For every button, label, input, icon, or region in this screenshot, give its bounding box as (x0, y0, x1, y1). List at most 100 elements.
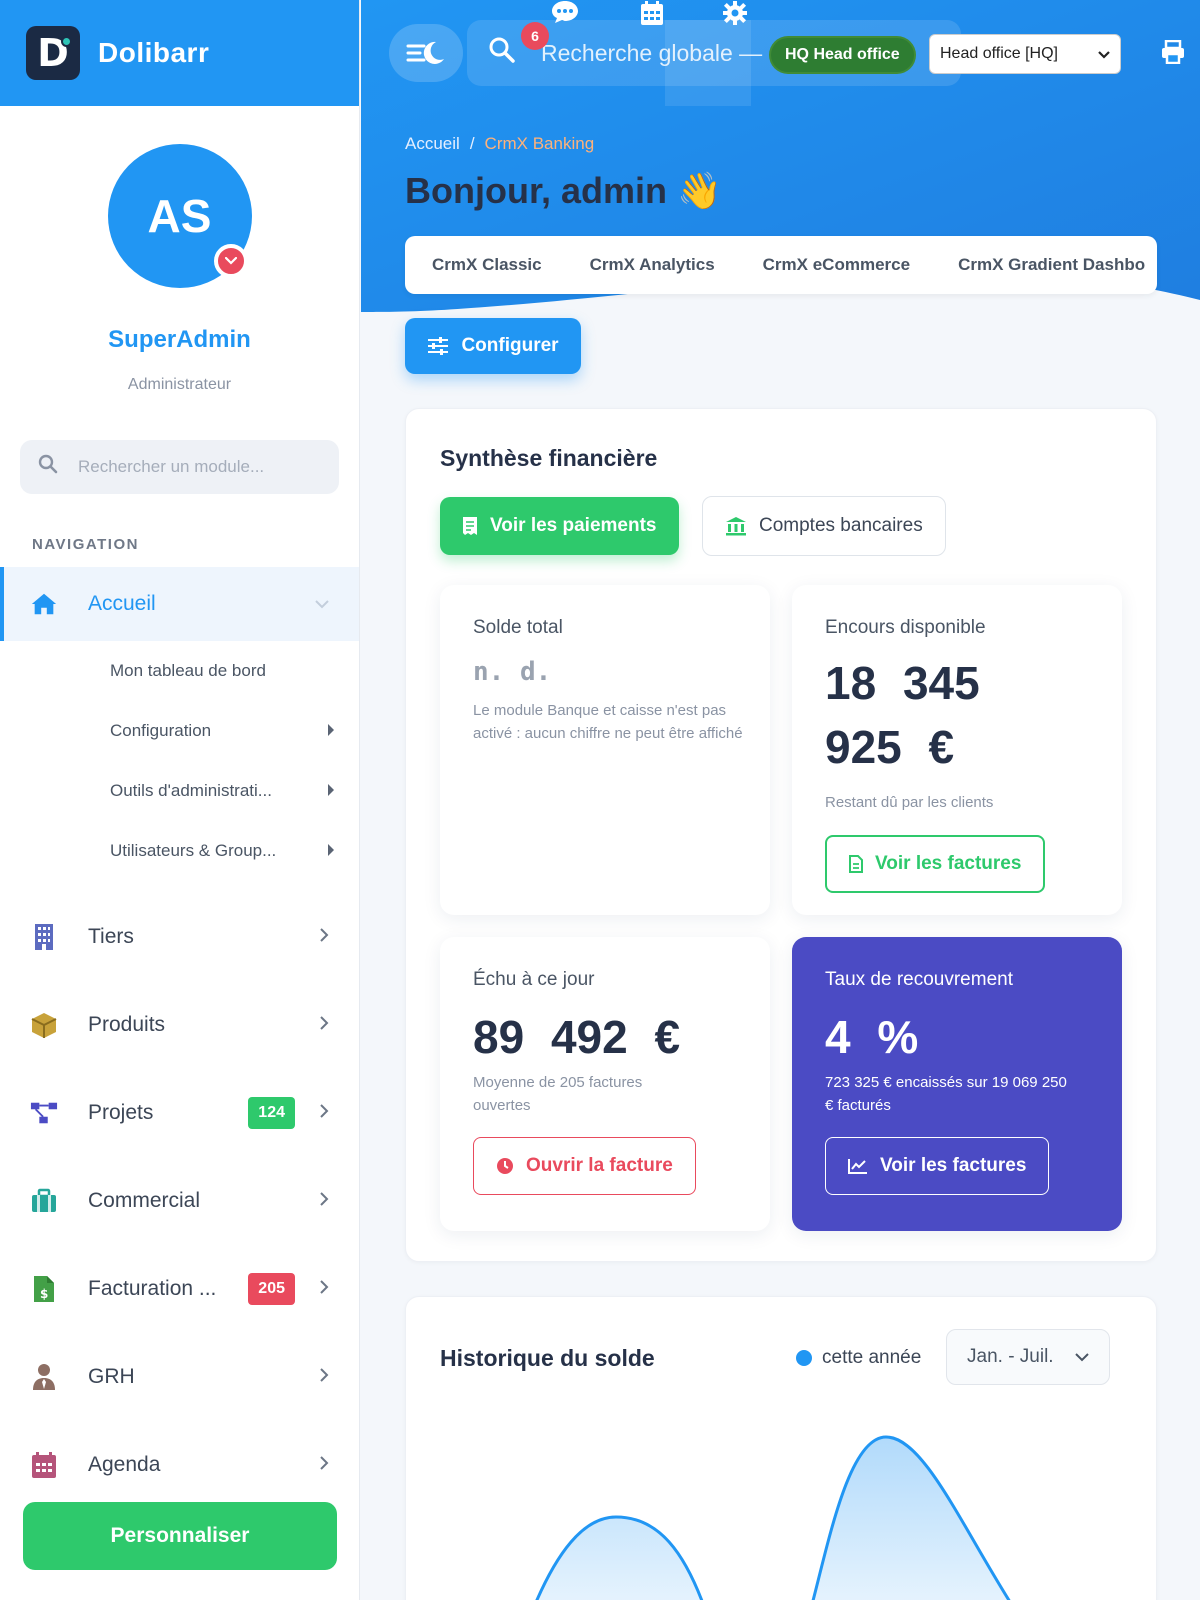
hq-entity-pill[interactable]: HQ Head office (769, 36, 916, 74)
user-profile: AS SuperAdmin Administrateur (0, 106, 359, 394)
chart-legend: cette année (796, 1347, 921, 1369)
chat-icon[interactable] (551, 0, 579, 30)
chevron-down-icon (1098, 46, 1110, 62)
breadcrumb-separator: / (469, 134, 475, 153)
sidebar-item-label: Facturation ... (88, 1277, 217, 1300)
legend-marker (796, 1350, 812, 1366)
briefcase-icon (30, 1187, 58, 1215)
topbar: Recherche globale — c 6 HQ Head office H… (361, 0, 1200, 110)
nav-section-title: NAVIGATION (32, 536, 139, 553)
caret-right-icon (327, 723, 335, 739)
tab-crmx-analytics[interactable]: CrmX Analytics (563, 255, 736, 275)
chart-line-icon (848, 1159, 867, 1174)
sidebar-subitem-admin-tools[interactable]: Outils d'administrati... (0, 761, 359, 821)
button-label: Voir les factures (875, 853, 1022, 874)
balance-note: Le module Banque et caisse n'est pas act… (473, 702, 743, 742)
sidebar-item-facturation[interactable]: $ Facturation ... 205 (0, 1245, 359, 1333)
sidebar-item-label: Commercial (88, 1189, 201, 1212)
clock-icon (497, 1158, 513, 1174)
tab-crmx-classic[interactable]: CrmX Classic (405, 255, 563, 275)
person-tie-icon (30, 1363, 58, 1391)
view-payments-button[interactable]: Voir les paiements (440, 497, 679, 555)
chevron-right-icon (319, 1455, 329, 1476)
caret-right-icon (327, 783, 335, 799)
chevron-down-icon (315, 596, 329, 612)
sidebar-subitem-users-groups[interactable]: Utilisateurs & Group... (0, 821, 359, 881)
chevron-down-icon[interactable] (213, 244, 248, 278)
sidebar-subitem-label: Outils d'administrati... (110, 781, 272, 800)
module-search-input[interactable] (78, 457, 328, 477)
receipt-icon (463, 517, 477, 535)
sidebar-item-label: Produits (88, 1013, 166, 1036)
print-icon[interactable] (1161, 39, 1185, 71)
calendar-icon[interactable] (640, 0, 664, 32)
personalize-button[interactable]: Personnaliser (23, 1502, 337, 1570)
search-icon (38, 454, 60, 480)
date-range-value: Jan. - Juil. (967, 1346, 1054, 1367)
sidebar-item-commercial[interactable]: Commercial (0, 1157, 359, 1245)
overdue-card: Échu à ce jour 89 492 € Moyenne de 205 f… (440, 937, 770, 1231)
main-content: Recherche globale — c 6 HQ Head office H… (361, 0, 1200, 1600)
dolibarr-logo-icon[interactable]: D (26, 26, 80, 80)
sidebar-subitem-dashboard[interactable]: Mon tableau de bord (0, 641, 359, 701)
invoice-icon: $ (30, 1275, 58, 1303)
legend-label: cette année (822, 1347, 922, 1368)
dashboard-tabs: CrmX Classic CrmX Analytics CrmX eCommer… (405, 236, 1157, 294)
recovery-note: 723 325 € encaissés sur 19 069 250 € fac… (825, 1074, 1067, 1114)
outstanding-card: Encours disponible 18 345 925 € Restant … (792, 585, 1122, 915)
balance-history-panel: Historique du solde cette année Jan. - J… (405, 1296, 1157, 1600)
overdue-note: Moyenne de 205 factures ouvertes (473, 1074, 643, 1114)
home-icon (30, 590, 58, 618)
open-invoice-button[interactable]: Ouvrir la facture (473, 1137, 696, 1195)
highlight-overlay (665, 20, 751, 106)
card-title: Échu à ce jour (473, 969, 595, 990)
entity-select[interactable]: Head office [HQ] (929, 34, 1121, 74)
sidebar-item-accueil[interactable]: Accueil (0, 567, 359, 641)
chevron-right-icon (319, 1367, 329, 1388)
sidebar-item-label: Agenda (88, 1453, 161, 1476)
date-range-select[interactable]: Jan. - Juil. (946, 1329, 1110, 1385)
menu-moon-icon (406, 41, 444, 64)
building-icon (30, 923, 58, 951)
sidebar-item-produits[interactable]: Produits (0, 981, 359, 1069)
sidebar-item-grh[interactable]: GRH (0, 1333, 359, 1421)
breadcrumb: Accueil / CrmX Banking (405, 134, 594, 154)
total-balance-card: Solde total n. d. Le module Banque et ca… (440, 585, 770, 915)
sidebar-subitem-configuration[interactable]: Configuration (0, 701, 359, 761)
panel-title: Historique du solde (440, 1345, 655, 1371)
sidebar-item-label: GRH (88, 1365, 135, 1388)
configure-button-label: Configurer (461, 335, 559, 356)
svg-text:$: $ (40, 1287, 48, 1301)
recovery-value: 4 % (825, 1011, 919, 1063)
outstanding-note: Restant dû par les clients (825, 794, 994, 811)
sidebar-item-tiers[interactable]: Tiers (0, 893, 359, 981)
card-title: Solde total (473, 617, 563, 638)
sidebar-item-agenda[interactable]: Agenda (0, 1421, 359, 1509)
bank-icon (726, 517, 746, 536)
configure-button[interactable]: Configurer (405, 318, 581, 374)
tab-crmx-ecommerce[interactable]: CrmX eCommerce (736, 255, 931, 275)
tab-crmx-gradient[interactable]: CrmX Gradient Dashbo (931, 255, 1157, 275)
sidebar-item-projets[interactable]: Projets 124 (0, 1069, 359, 1157)
chevron-right-icon (319, 1279, 329, 1300)
box-icon (30, 1011, 58, 1039)
sidebar-item-label: Projets (88, 1101, 154, 1124)
sidebar-item-label: Tiers (88, 925, 134, 948)
avatar[interactable]: AS (107, 144, 252, 288)
recovery-view-invoices-button[interactable]: Voir les factures (825, 1137, 1050, 1195)
button-label: Ouvrir la facture (526, 1155, 673, 1176)
outstanding-value-line1: 18 345 (825, 657, 980, 709)
username[interactable]: SuperAdmin (0, 326, 359, 354)
outstanding-value-line2: 925 € (825, 721, 955, 773)
outstanding-view-invoices-button[interactable]: Voir les factures (825, 835, 1046, 893)
theme-toggle-button[interactable] (389, 24, 463, 82)
bank-accounts-label: Comptes bancaires (759, 515, 923, 536)
bank-accounts-button[interactable]: Comptes bancaires (702, 496, 946, 556)
breadcrumb-current: CrmX Banking (484, 134, 595, 153)
breadcrumb-home[interactable]: Accueil (405, 134, 460, 153)
notification-count-badge[interactable]: 6 (521, 22, 549, 50)
balance-area-chart (535, 1435, 1011, 1600)
invoices-count-badge: 205 (248, 1273, 295, 1305)
module-search (20, 440, 339, 494)
app-name[interactable]: Dolibarr (98, 37, 209, 69)
